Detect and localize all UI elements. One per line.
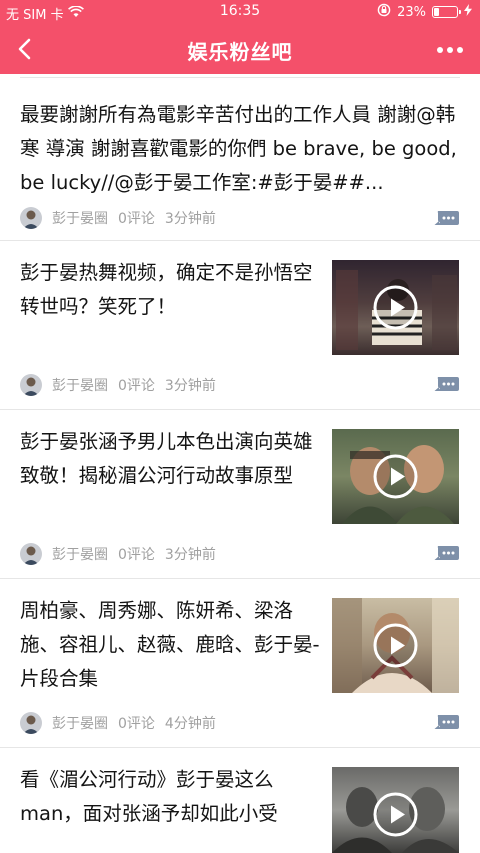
video-thumbnail[interactable] [332,767,459,853]
post-time: 3分钟前 [164,547,216,563]
post-time: 4分钟前 [164,716,216,732]
avatar[interactable] [20,207,42,229]
more-dots-icon [437,47,463,53]
author-name[interactable]: 彭于晏圈 [52,375,108,395]
play-icon[interactable] [373,285,418,330]
orientation-lock-icon [377,3,391,21]
comment-icon[interactable] [434,376,460,392]
avatar[interactable] [20,712,42,734]
status-bar: 无 SIM 卡 16:35 23% [0,0,480,24]
nav-bar: 娱乐粉丝吧 [0,24,480,74]
battery-percent: 23% [397,4,426,20]
page-title: 娱乐粉丝吧 [187,40,293,64]
comment-count: 0评论 [118,378,155,394]
play-icon[interactable] [373,623,418,668]
video-thumbnail[interactable] [332,260,459,355]
comment-icon[interactable] [434,210,460,226]
list-item[interactable]: 彭于晏张涵予男儿本色出演向英雄致敬！揭秘湄公河行动故事原型 彭于晏圈 0评论 3… [0,411,480,579]
comment-count: 0评论 [118,211,155,227]
comment-icon[interactable] [434,545,460,561]
play-icon[interactable] [373,792,418,837]
item-meta: 彭于晏圈 0评论 4分钟前 [20,712,216,734]
comment-count: 0评论 [118,547,155,563]
play-icon[interactable] [373,454,418,499]
item-headline[interactable]: 彭于晏张涵予男儿本色出演向英雄致敬！揭秘湄公河行动故事原型 [20,425,320,527]
item-headline[interactable]: 看《湄公河行动》彭于晏这么man，面对张涵予却如此小受 [20,763,320,831]
item-meta: 彭于晏圈 0评论 3分钟前 [20,374,216,396]
list-item[interactable]: 彭于晏热舞视频，确定不是孙悟空转世吗？笑死了！ 彭于晏圈 0评论 3分钟前 [0,242,480,410]
author-name[interactable]: 彭于晏圈 [52,208,108,228]
more-button[interactable] [430,34,470,64]
author-name[interactable]: 彭于晏圈 [52,713,108,733]
item-headline[interactable]: 周柏豪、周秀娜、陈妍希、梁洛施、容祖儿、赵薇、鹿晗、彭于晏-片段合集 [20,594,320,696]
list-item[interactable]: 最要謝謝所有為電影辛苦付出的工作人員 謝謝@韩寒 導演 謝謝喜歡電影的你們 be… [0,78,480,241]
list-item[interactable]: 周柏豪、周秀娜、陈妍希、梁洛施、容祖儿、赵薇、鹿晗、彭于晏-片段合集 彭于晏圈 … [0,580,480,748]
list-item[interactable]: 看《湄公河行动》彭于晏这么man，面对张涵予却如此小受 [0,749,480,853]
status-right: 23% [377,3,472,21]
item-headline[interactable]: 彭于晏热舞视频，确定不是孙悟空转世吗？笑死了！ [20,256,320,324]
charging-bolt-icon [464,4,472,20]
item-meta: 彭于晏圈 0评论 3分钟前 [20,207,216,229]
video-thumbnail[interactable] [332,598,459,693]
battery-icon [432,6,461,18]
comment-icon[interactable] [434,714,460,730]
author-name[interactable]: 彭于晏圈 [52,544,108,564]
comment-count: 0评论 [118,716,155,732]
item-meta: 彭于晏圈 0评论 3分钟前 [20,543,216,565]
avatar[interactable] [20,543,42,565]
item-headline[interactable]: 最要謝謝所有為電影辛苦付出的工作人員 謝謝@韩寒 導演 謝謝喜歡電影的你們 be… [20,98,460,200]
avatar[interactable] [20,374,42,396]
video-thumbnail[interactable] [332,429,459,524]
post-time: 3分钟前 [164,211,216,227]
post-time: 3分钟前 [164,378,216,394]
